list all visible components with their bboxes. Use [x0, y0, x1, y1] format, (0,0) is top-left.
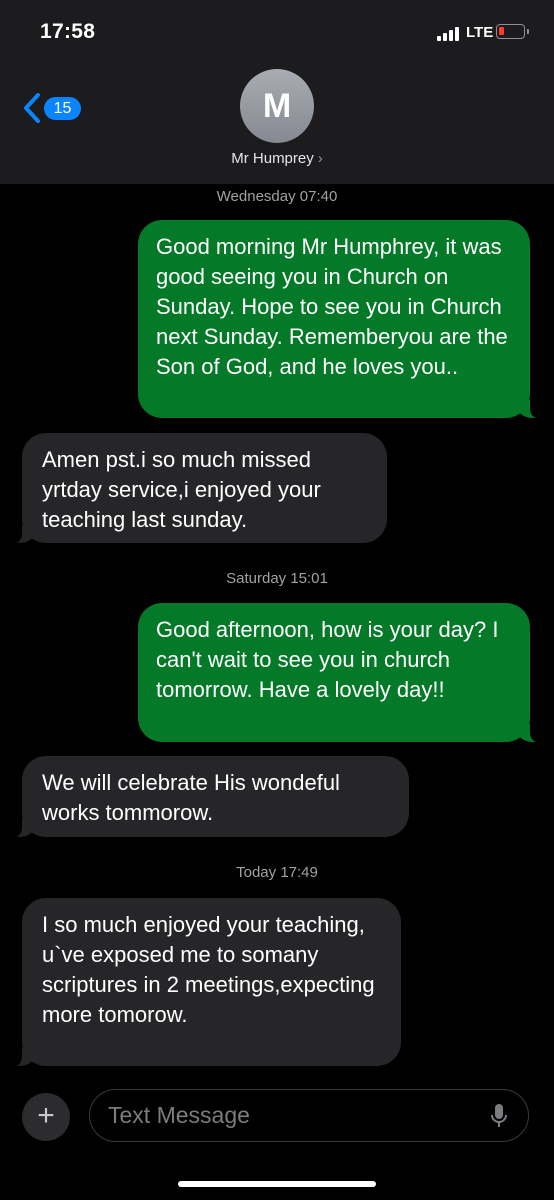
contact-name: Mr Humprey	[231, 150, 314, 167]
signal-icon	[437, 26, 459, 41]
battery-icon	[496, 24, 529, 39]
conversation-header: 15 M Mr Humprey ›	[0, 60, 554, 184]
plus-icon: +	[37, 1099, 55, 1132]
home-indicator[interactable]	[178, 1181, 376, 1187]
timestamp: Today 17:49	[236, 864, 318, 881]
sent-message[interactable]: Good morning Mr Humphrey, it was good se…	[138, 220, 544, 419]
sent-message[interactable]: Good afternoon, how is your day? I can't…	[138, 603, 544, 743]
status-bar: 17:58 LTE	[0, 0, 554, 60]
received-message[interactable]: Amen pst.i so much missed yrtday service…	[8, 433, 387, 544]
avatar[interactable]: M	[240, 69, 314, 143]
chevron-right-icon: ›	[317, 150, 323, 167]
message-input[interactable]	[89, 1089, 529, 1142]
network-label: LTE	[466, 24, 494, 41]
unread-count-badge: 15	[44, 97, 81, 120]
back-chevron-icon	[24, 93, 40, 123]
plus-button[interactable]: +	[22, 1093, 70, 1141]
received-message[interactable]: We will celebrate His wondeful works tom…	[8, 756, 409, 838]
microphone-icon[interactable]	[490, 1103, 508, 1129]
timestamp: Wednesday 07:40	[216, 188, 338, 205]
contact-name-button[interactable]: Mr Humprey ›	[0, 150, 554, 167]
received-message[interactable]: I so much enjoyed your teaching, u`ve ex…	[8, 898, 401, 1067]
clock: 17:58	[40, 20, 96, 43]
timestamp: Saturday 15:01	[226, 570, 328, 587]
back-button[interactable]: 15	[22, 91, 92, 125]
